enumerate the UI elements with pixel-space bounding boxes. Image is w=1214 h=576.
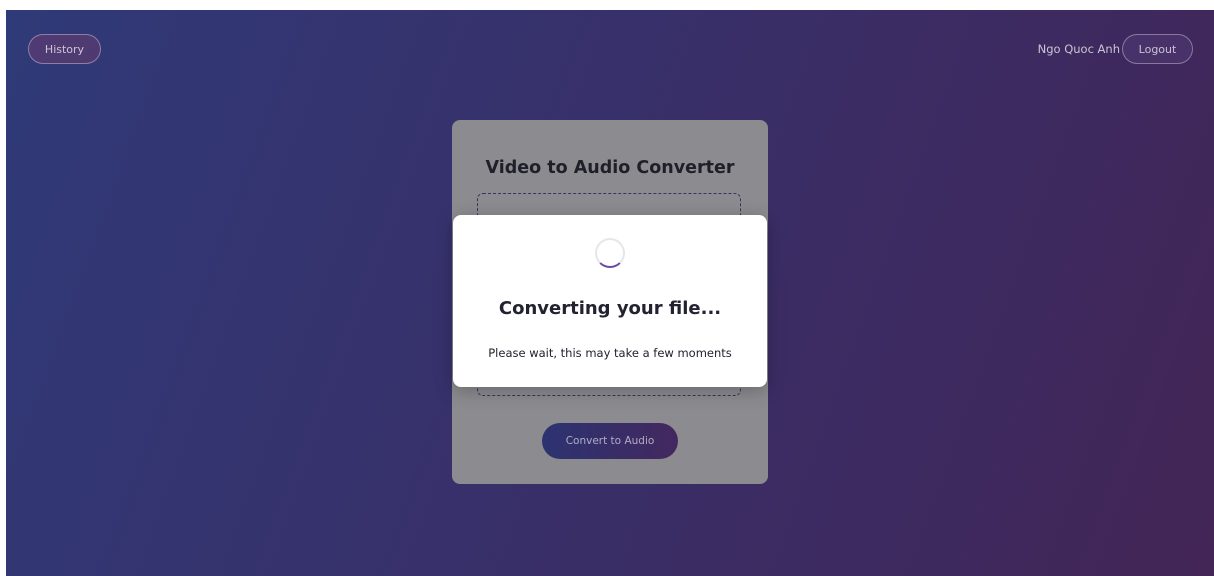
logout-button[interactable]: Logout (1122, 34, 1193, 64)
modal-subtitle: Please wait, this may take a few moments (488, 346, 732, 360)
history-button[interactable]: History (28, 34, 101, 64)
loading-spinner-icon (595, 238, 625, 268)
convert-to-audio-button[interactable]: Convert to Audio (542, 423, 678, 459)
modal-title: Converting your file... (498, 298, 722, 319)
converting-modal: Converting your file... Please wait, thi… (453, 215, 767, 387)
app-background: History Ngo Quoc Anh Logout Video to Aud… (6, 10, 1214, 576)
converter-title: Video to Audio Converter (485, 158, 735, 178)
user-name: Ngo Quoc Anh (1037, 42, 1120, 56)
